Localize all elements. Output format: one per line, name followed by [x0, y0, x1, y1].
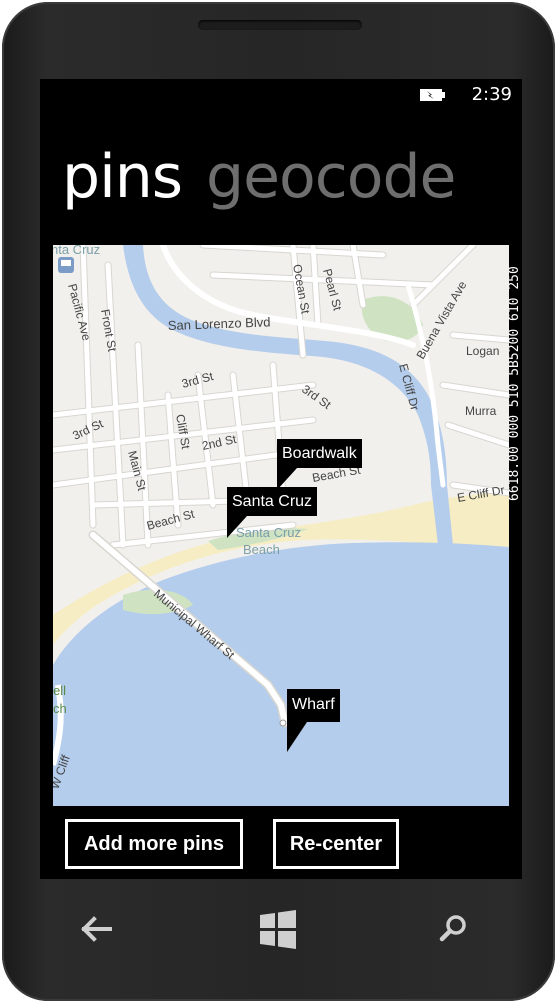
street-label-front: Front St [98, 308, 119, 353]
pushpin-boardwalk[interactable]: Boardwalk [277, 439, 362, 490]
frame-rate-text: 6618.00 000 510 5B5200 610 250 [507, 266, 522, 501]
add-more-pins-button[interactable]: Add more pins [65, 819, 243, 869]
wharf-end-marker [279, 719, 287, 727]
street-label-pacific: Pacific Ave [65, 282, 94, 342]
pushpin-label: Boardwalk [277, 439, 362, 468]
place-label-santa-cruz-top: nta Cruz [53, 245, 100, 257]
status-time: 2:39 [471, 84, 512, 105]
charging-battery-icon [420, 89, 445, 101]
place-label-ell: ell [53, 683, 66, 698]
street-label-buena-vista: Buena Vista Ave [413, 278, 469, 361]
place-label-ch: ch [53, 701, 67, 716]
pushpin-santa-cruz[interactable]: Santa Cruz [227, 487, 318, 538]
windows-start-icon[interactable] [258, 907, 298, 951]
phone-frame: 2:39 pins geocode 6618.00 000 510 5B5200 … [2, 2, 555, 1001]
pushpin-wharf[interactable]: Wharf [287, 689, 340, 752]
pushpin-tail [287, 722, 307, 752]
street-label-cliff: Cliff St [173, 413, 193, 451]
street-label-san-lorenzo: San Lorenzo Blvd [168, 314, 271, 333]
recenter-button[interactable]: Re-center [273, 819, 399, 869]
street-label-ocean: Ocean St [290, 263, 313, 315]
pushpin-tail [227, 516, 247, 538]
street-label-logan: Logan [466, 344, 499, 358]
street-label-beach: Beach St [145, 507, 196, 533]
pushpin-label: Santa Cruz [227, 487, 318, 516]
search-icon[interactable] [438, 907, 468, 951]
street-label-3rd-c: 3rd St [299, 382, 334, 412]
place-label-beach: Beach [243, 542, 280, 557]
app-screen: 2:39 pins geocode 6618.00 000 510 5B5200 … [40, 79, 522, 879]
map-view[interactable]: Ocean St Pearl St Buena Vista Ave Logan … [53, 245, 509, 806]
pivot-header: pins geocode [62, 137, 456, 217]
street-label-murray: Murra [465, 404, 497, 418]
speaker-grille [198, 20, 362, 30]
pushpin-label: Wharf [287, 689, 340, 722]
street-label-pearl: Pearl St [320, 267, 345, 312]
pivot-tab-geocode[interactable]: geocode [206, 142, 456, 212]
back-arrow-icon[interactable] [80, 907, 114, 951]
pivot-tab-pins[interactable]: pins [62, 142, 183, 212]
